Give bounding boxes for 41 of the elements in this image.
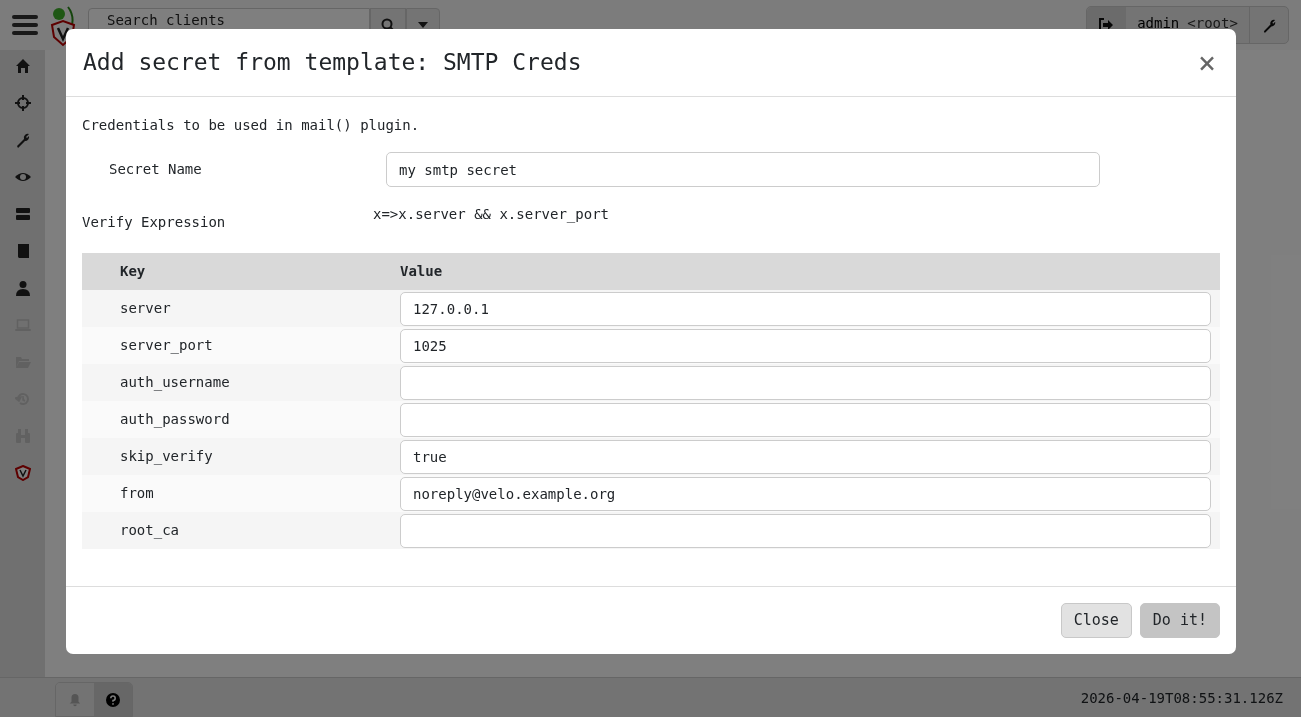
close-button[interactable]: Close [1060,603,1132,638]
bell-icon [68,692,82,707]
key-cell-text: server [119,299,172,318]
value-field[interactable] [400,513,1211,548]
logout-icon [1099,18,1114,32]
key-cell-text: server_port [119,336,214,356]
value-field[interactable]: true [400,439,1211,474]
key-cell-text: auth_username [119,373,231,393]
user-name: admin [1137,14,1180,33]
value-field[interactable]: 1025 [400,328,1211,363]
timestamp: 2026-04-19T08:55:31.126Z [1080,689,1283,708]
close-button[interactable]: × [1195,47,1219,78]
dialog-title: Add secret from template: SMTP Creds [83,48,583,78]
value-field[interactable] [400,365,1211,400]
key-cell-text: skip_verify [119,447,214,467]
search-icon [381,18,395,32]
key-cell-text: from [119,484,155,503]
shield-icon[interactable] [14,465,31,481]
wrench-icon[interactable] [14,132,31,148]
value-field[interactable] [400,402,1211,437]
key-cell-text: root_ca [119,521,180,541]
server-icon[interactable] [14,206,31,222]
field-label: Verify Expression [82,213,227,232]
submit-button[interactable]: Do it! [1139,603,1220,638]
field-label: Secret Name [108,160,203,179]
help-button[interactable] [94,683,132,716]
key-cell-text: auth_password [119,410,231,430]
help-icon [106,692,120,707]
value-field[interactable]: 127.0.0.1 [400,291,1211,326]
wrench-icon [1261,17,1277,33]
column-header: Value [400,262,443,281]
user-role: <root> [1187,14,1238,33]
home-icon[interactable] [14,58,31,74]
verify-expression: x=>x.server && x.server_port [373,205,609,225]
crosshair-icon[interactable] [14,95,31,111]
column-header: Key [119,262,147,281]
menu-icon[interactable] [12,13,38,37]
value-field[interactable]: noreply@velo.example.org [400,476,1211,511]
dialog-description: Credentials to be used in mail() plugin. [82,116,421,135]
user-icon[interactable] [14,280,31,296]
secret-name-field[interactable]: my_smtp_secret [386,152,1100,187]
